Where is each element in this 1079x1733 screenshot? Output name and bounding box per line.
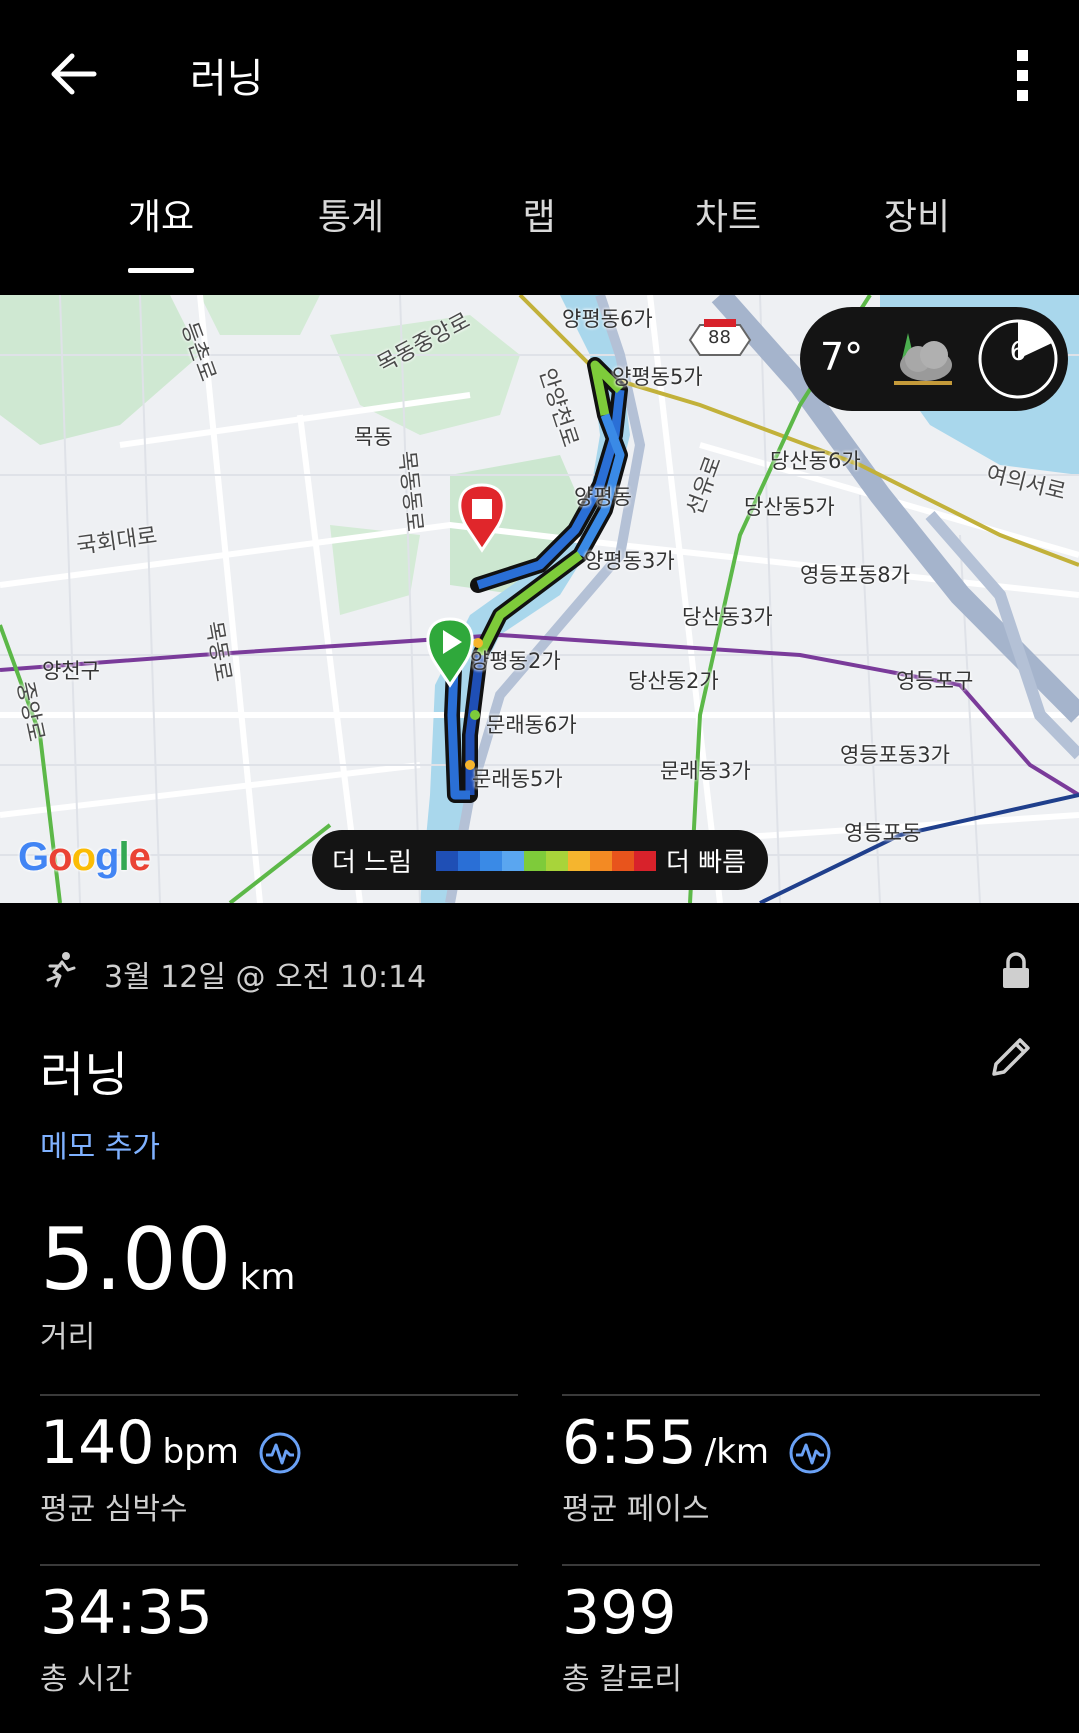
pace-color-swatch bbox=[568, 851, 590, 871]
tab-overview[interactable]: 개요 bbox=[91, 188, 231, 240]
back-button[interactable] bbox=[40, 40, 108, 108]
pace-color-scale bbox=[436, 851, 656, 871]
back-arrow-icon bbox=[51, 53, 97, 95]
route-map[interactable]: 양평동6가 목동중앙로 등촌로 88 양평동5가 안양천로 목동 당산동6가 여… bbox=[0, 295, 1079, 903]
map-label: 당산동3가 bbox=[682, 605, 773, 629]
distance-unit: km bbox=[239, 1257, 296, 1298]
add-memo-link[interactable]: 메모 추가 bbox=[40, 1122, 160, 1166]
pace-color-swatch bbox=[458, 851, 480, 871]
pace-color-swatch bbox=[502, 851, 524, 871]
pace-color-swatch bbox=[634, 851, 656, 871]
pace-wave-icon[interactable] bbox=[788, 1431, 832, 1475]
more-options-button[interactable] bbox=[1000, 44, 1046, 106]
map-label: 당산동2가 bbox=[628, 669, 719, 693]
total-time-label: 총 시간 bbox=[40, 1662, 133, 1697]
heart-rate-wave-icon[interactable] bbox=[258, 1431, 302, 1475]
total-calories-label: 총 칼로리 bbox=[562, 1662, 682, 1697]
pace-color-swatch bbox=[590, 851, 612, 871]
tab-bar: 개요 통계 랩 차트 장비 bbox=[0, 150, 1079, 275]
weather-widget[interactable]: 7° 6 bbox=[800, 307, 1068, 411]
more-vert-icon bbox=[1017, 50, 1028, 101]
avg-pace-value: 6:55 bbox=[562, 1408, 697, 1478]
legend-fast-label: 더 빠름 bbox=[666, 848, 747, 878]
map-label: 영등포동 bbox=[844, 821, 922, 845]
total-calories-stat: 399 bbox=[562, 1578, 677, 1648]
activity-title: 러닝 bbox=[40, 1047, 129, 1103]
distance-label: 거리 bbox=[40, 1320, 96, 1355]
pace-legend: 더 느림 더 빠름 bbox=[312, 830, 768, 890]
google-logo: Google bbox=[18, 835, 151, 879]
avg-heart-rate-stat: 140 bpm bbox=[40, 1408, 302, 1481]
map-label: 당산동6가 bbox=[770, 449, 861, 473]
tab-stats[interactable]: 통계 bbox=[281, 188, 421, 240]
cloudy-weather-icon bbox=[894, 333, 952, 385]
page-title: 러닝 bbox=[190, 56, 264, 102]
wind-speed-value: 6 bbox=[1009, 337, 1027, 367]
map-label: 문래동5가 bbox=[472, 767, 563, 791]
avg-pace-stat: 6:55/km bbox=[562, 1408, 832, 1481]
pace-color-swatch bbox=[480, 851, 502, 871]
map-label: 당산동5가 bbox=[744, 495, 835, 519]
map-label: 영등포구 bbox=[896, 669, 974, 693]
divider bbox=[562, 1564, 1040, 1566]
map-label: 양평동2가 bbox=[470, 649, 561, 673]
map-label: 양평동6가 bbox=[562, 307, 653, 331]
map-label: 양평동5가 bbox=[612, 365, 703, 389]
active-tab-indicator bbox=[128, 268, 194, 273]
avg-heart-rate-unit: bpm bbox=[162, 1432, 239, 1472]
activity-datetime: 3월 12일 @ 오전 10:14 bbox=[104, 960, 427, 995]
avg-pace-unit: /km bbox=[704, 1432, 770, 1472]
map-label: 문래동3가 bbox=[660, 759, 751, 783]
pace-color-swatch bbox=[546, 851, 568, 871]
divider bbox=[562, 1394, 1040, 1396]
tab-gear[interactable]: 장비 bbox=[847, 188, 987, 240]
total-calories-value: 399 bbox=[562, 1578, 677, 1648]
map-label: 양평동3가 bbox=[584, 549, 675, 573]
legend-slow-label: 더 느림 bbox=[332, 848, 413, 878]
map-label: 문래동6가 bbox=[486, 713, 577, 737]
avg-heart-rate-value: 140 bbox=[40, 1408, 155, 1478]
top-app-bar: 러닝 bbox=[0, 0, 1079, 150]
total-time-stat: 34:35 bbox=[40, 1578, 213, 1648]
avg-heart-rate-label: 평균 심박수 bbox=[40, 1492, 188, 1527]
avg-pace-label: 평균 페이스 bbox=[562, 1492, 710, 1527]
lock-icon[interactable] bbox=[1000, 950, 1032, 990]
pace-color-swatch bbox=[436, 851, 458, 871]
distance-value: 5.00 bbox=[40, 1210, 232, 1310]
pace-color-swatch bbox=[524, 851, 546, 871]
tab-laps[interactable]: 랩 bbox=[469, 188, 609, 240]
distance-stat: 5.00 km bbox=[40, 1210, 295, 1310]
map-label: 영등포동3가 bbox=[840, 743, 950, 767]
route-shield-label: 88 bbox=[708, 327, 731, 348]
map-label: 양천구 bbox=[42, 659, 100, 683]
map-label: 양평동 bbox=[574, 485, 632, 509]
weather-temperature: 7° bbox=[820, 335, 864, 379]
total-time-value: 34:35 bbox=[40, 1578, 213, 1648]
edit-pencil-icon[interactable] bbox=[988, 1034, 1034, 1080]
running-icon bbox=[46, 952, 76, 988]
map-label: 목동 bbox=[354, 425, 393, 449]
activity-date-row: 3월 12일 @ 오전 10:14 bbox=[40, 950, 1040, 995]
divider bbox=[40, 1564, 518, 1566]
map-label: 영등포동8가 bbox=[800, 563, 910, 587]
pace-color-swatch bbox=[612, 851, 634, 871]
tab-charts[interactable]: 차트 bbox=[658, 188, 798, 240]
divider bbox=[40, 1394, 518, 1396]
